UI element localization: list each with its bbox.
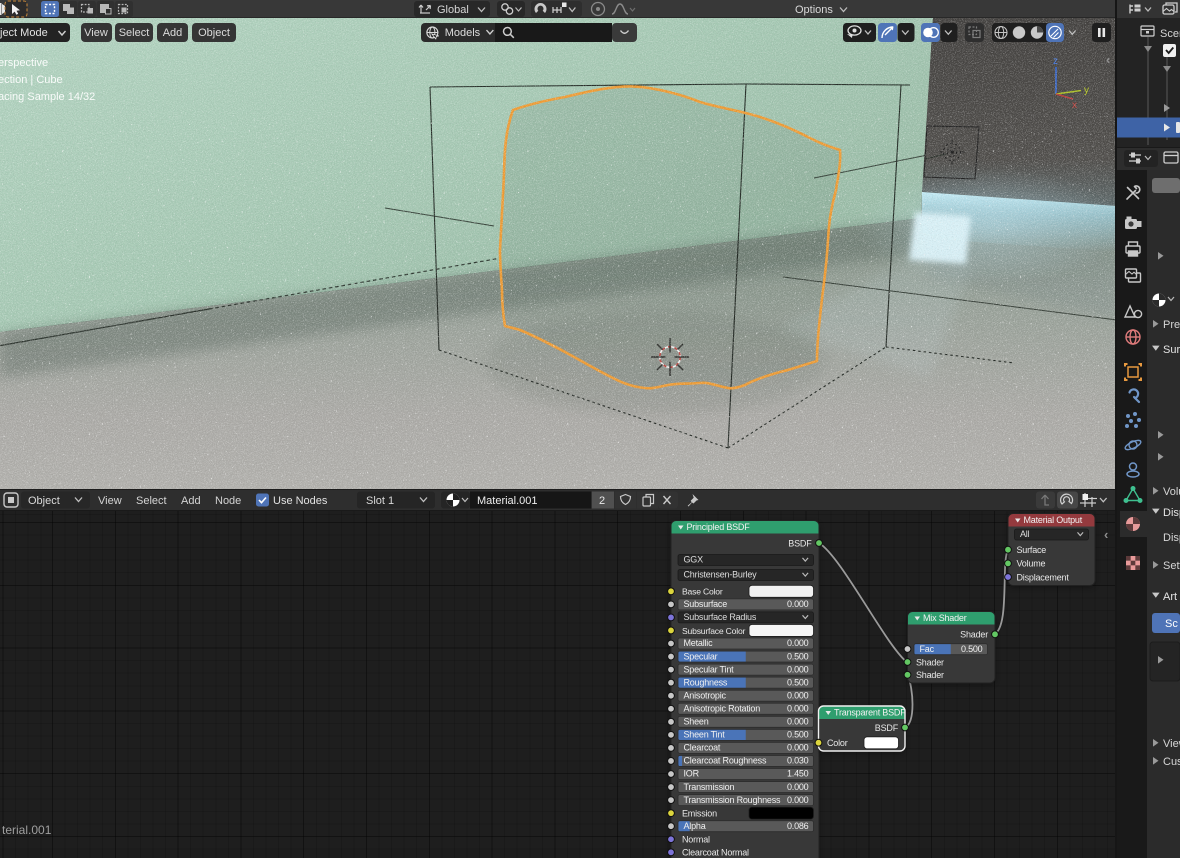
svg-text:0.500: 0.500 — [787, 677, 809, 687]
svg-text:Clearcoat Normal: Clearcoat Normal — [682, 848, 749, 858]
svg-text:Preview: Preview — [1163, 319, 1180, 331]
svg-text:Object: Object — [28, 495, 60, 507]
svg-text:Surface: Surface — [1163, 344, 1180, 356]
svg-text:Color: Color — [827, 738, 848, 748]
svg-text:Fac: Fac — [920, 644, 935, 654]
svg-text:Roughness: Roughness — [684, 677, 728, 687]
svg-text:Christensen-Burley: Christensen-Burley — [684, 570, 758, 580]
svg-text:Transmission Roughness: Transmission Roughness — [684, 795, 782, 805]
svg-text:Metallic: Metallic — [684, 638, 714, 648]
svg-text:Scene: Scene — [1160, 28, 1180, 40]
svg-text:Sheen: Sheen — [684, 717, 709, 727]
svg-text:Add: Add — [181, 495, 201, 507]
svg-text:BSDF: BSDF — [788, 539, 812, 549]
svg-text:Specular: Specular — [684, 651, 718, 661]
svg-text:BSDF: BSDF — [875, 723, 899, 733]
svg-text:Transmission: Transmission — [684, 782, 735, 792]
svg-text:0.000: 0.000 — [787, 703, 809, 713]
svg-text:Sheen Tint: Sheen Tint — [684, 730, 726, 740]
svg-text:Global: Global — [437, 4, 469, 16]
svg-text:Mix Shader: Mix Shader — [923, 613, 967, 623]
svg-text:Node: Node — [215, 495, 241, 507]
svg-text:erspective: erspective — [0, 57, 48, 69]
svg-text:0.000: 0.000 — [787, 717, 809, 727]
svg-text:0.030: 0.030 — [787, 756, 809, 766]
svg-text:Displacement: Displacement — [1017, 572, 1070, 582]
svg-text:Volume: Volume — [1017, 559, 1046, 569]
svg-text:0.000: 0.000 — [787, 599, 809, 609]
svg-text:IOR: IOR — [684, 769, 700, 779]
svg-text:0.086: 0.086 — [787, 821, 809, 831]
svg-text:0.500: 0.500 — [787, 651, 809, 661]
svg-text:Anisotropic Rotation: Anisotropic Rotation — [684, 703, 761, 713]
svg-text:Surface: Surface — [1017, 545, 1047, 555]
svg-text:Settings: Settings — [1163, 560, 1180, 572]
svg-text:Options: Options — [795, 4, 833, 16]
svg-text:Emission: Emission — [682, 809, 717, 819]
svg-text:Shader: Shader — [916, 657, 944, 667]
svg-text:0.000: 0.000 — [787, 690, 809, 700]
svg-text:Alpha: Alpha — [684, 821, 706, 831]
svg-text:Material.001: Material.001 — [477, 495, 538, 507]
svg-text:Principled BSDF: Principled BSDF — [687, 522, 751, 532]
svg-text:0.000: 0.000 — [787, 782, 809, 792]
svg-text:Material Output: Material Output — [1024, 515, 1083, 525]
svg-text:Subsurface Radius: Subsurface Radius — [684, 612, 757, 622]
svg-text:GGX: GGX — [684, 555, 704, 565]
svg-text:1.450: 1.450 — [787, 769, 809, 779]
svg-text:Specular Tint: Specular Tint — [684, 664, 735, 674]
svg-text:0.500: 0.500 — [961, 644, 983, 654]
svg-text:Slot 1: Slot 1 — [366, 495, 394, 507]
svg-text:Volume: Volume — [1163, 486, 1180, 498]
svg-text:Use Nodes: Use Nodes — [273, 495, 328, 507]
svg-text:Shader: Shader — [916, 670, 944, 680]
svg-text:0.000: 0.000 — [787, 795, 809, 805]
svg-text:0.000: 0.000 — [787, 664, 809, 674]
svg-text:Subsurface: Subsurface — [684, 599, 728, 609]
svg-text:Select: Select — [136, 495, 167, 507]
svg-text:0.500: 0.500 — [787, 730, 809, 740]
svg-text:Clearcoat Roughness: Clearcoat Roughness — [684, 756, 767, 766]
svg-text:Art: Art — [1163, 591, 1177, 603]
svg-text:2: 2 — [599, 495, 605, 507]
svg-text:0.000: 0.000 — [787, 743, 809, 753]
svg-text:All: All — [1020, 529, 1030, 539]
svg-text:Viewport: Viewport — [1163, 738, 1180, 750]
svg-text:Custom: Custom — [1163, 756, 1180, 768]
svg-text:View: View — [98, 495, 122, 507]
svg-text:Normal: Normal — [682, 835, 710, 845]
svg-text:Subsurface Color: Subsurface Color — [682, 626, 746, 636]
svg-text:ection | Cube: ection | Cube — [0, 74, 63, 86]
svg-text:Shader: Shader — [960, 630, 988, 640]
svg-text:Anisotropic: Anisotropic — [684, 690, 727, 700]
svg-text:Base Color: Base Color — [682, 587, 723, 597]
svg-text:Clearcoat: Clearcoat — [684, 743, 721, 753]
svg-text:Displacem: Displacem — [1163, 532, 1180, 544]
svg-text:acing Sample 14/32: acing Sample 14/32 — [0, 91, 95, 103]
svg-text:Displacem: Displacem — [1163, 507, 1180, 519]
svg-text:Transparent BSDF: Transparent BSDF — [834, 708, 906, 718]
svg-text:0.000: 0.000 — [787, 638, 809, 648]
svg-text:Sc: Sc — [1165, 618, 1178, 630]
